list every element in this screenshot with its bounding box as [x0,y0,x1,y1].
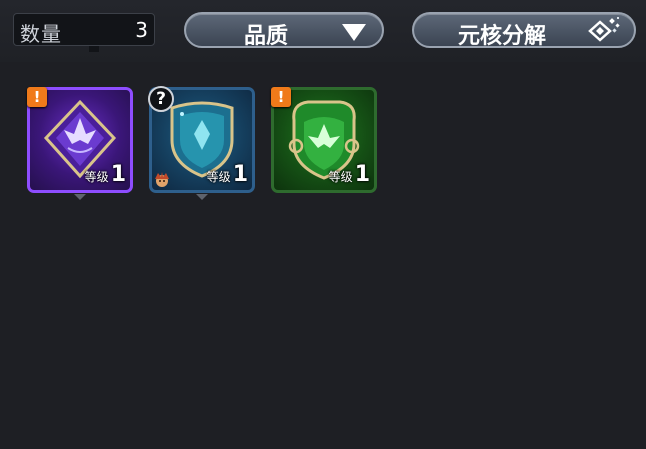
question-badge-icon[interactable]: ? [148,86,174,112]
decompose-button[interactable]: 元核分解 [412,12,636,49]
card-pointer [74,194,86,200]
triangle-down-icon [342,24,366,41]
level-value: 1 [110,162,126,187]
count-label: 数量 [20,22,62,46]
level-value: 1 [232,162,248,187]
core-level: 等级1 [85,162,126,187]
item-count-display: 数量 3 [13,13,155,52]
core-level: 等级1 [329,162,370,187]
level-label: 等级 [206,170,231,184]
level-value: 1 [354,162,370,187]
level-label: 等级 [328,170,353,184]
quality-filter-button[interactable]: 品质 [184,12,384,49]
character-avatar-icon [155,172,169,187]
exclamation-badge-icon: ! [27,87,47,107]
diamond-decompose-icon [588,17,620,42]
core-level: 等级1 [207,162,248,187]
decompose-label: 元核分解 [458,24,547,49]
count-notch [89,46,99,52]
card-pointer [196,194,208,200]
count-value: 3 [135,18,148,42]
exclamation-badge-icon: ! [271,87,291,107]
level-label: 等级 [84,170,109,184]
quality-filter-label: 品质 [244,24,289,49]
